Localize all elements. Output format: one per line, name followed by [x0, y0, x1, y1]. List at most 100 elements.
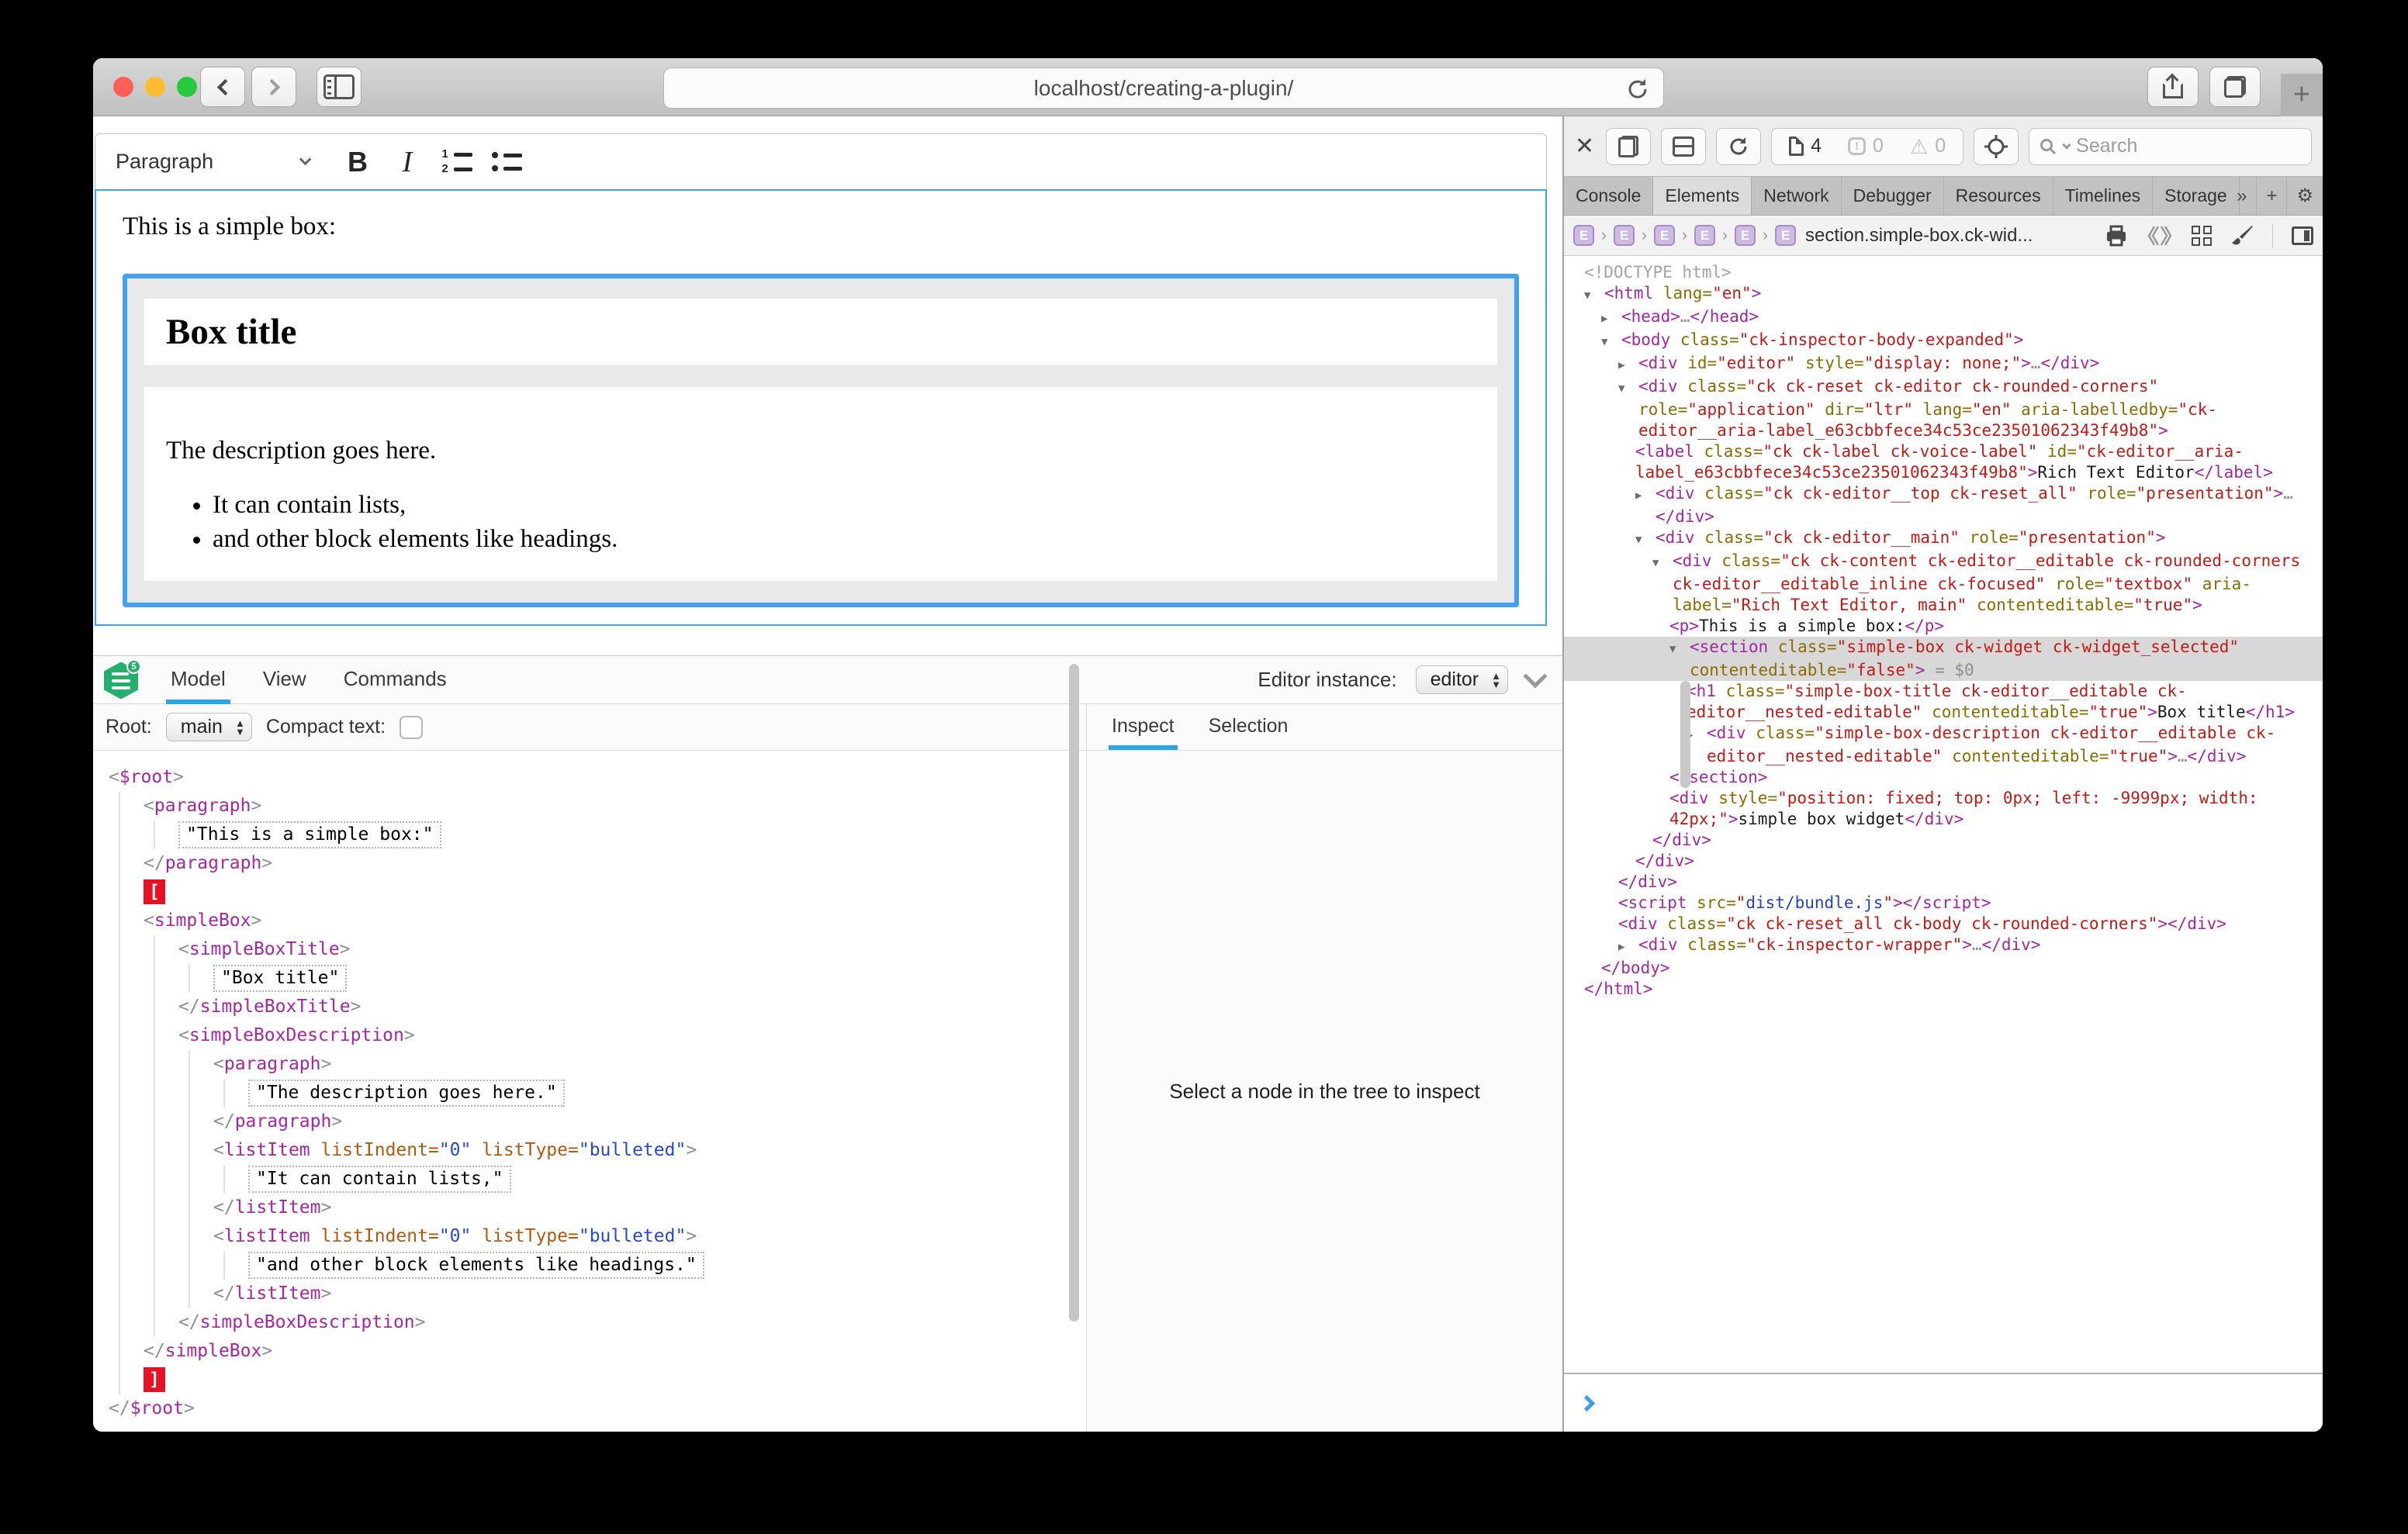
model-tree-line[interactable]: <paragraph> — [213, 1050, 1086, 1079]
issues-summary[interactable]: 4 !0 ⚠0 — [1771, 128, 1963, 165]
back-button[interactable] — [200, 67, 245, 107]
source-line[interactable]: ▼<html lang="en"> — [1564, 283, 2323, 306]
model-tree-line[interactable]: "Box title" — [213, 964, 1086, 993]
description-paragraph[interactable]: The description goes here. — [166, 437, 1476, 465]
source-line[interactable]: <div class="ck ck-reset_all ck-body ck-r… — [1564, 914, 2323, 935]
detach-button[interactable] — [1606, 128, 1651, 165]
disclosure-triangle-icon[interactable]: ▼ — [1618, 378, 1638, 399]
source-line[interactable]: </div> — [1564, 830, 2323, 851]
source-line[interactable]: <div style="position: fixed; top: 0px; l… — [1564, 788, 2323, 830]
editor-instance-select[interactable]: editor ▲▼ — [1416, 665, 1508, 694]
source-line[interactable]: ▼<div class="ck ck-content ck-editor__ed… — [1564, 551, 2323, 616]
disclosure-triangle-icon[interactable]: ▶ — [1618, 355, 1638, 376]
source-line[interactable]: ▶<div class="simple-box-description ck-e… — [1564, 723, 2323, 767]
disclosure-triangle-icon[interactable]: ▼ — [1669, 639, 1690, 660]
share-button[interactable] — [2147, 67, 2199, 107]
heading-dropdown[interactable]: Paragraph — [116, 150, 310, 174]
model-tree-line[interactable]: <listItem listIndent="0" listType="bulle… — [213, 1136, 1086, 1165]
editor-content[interactable]: This is a simple box: Box title The desc… — [95, 189, 1547, 626]
source-line[interactable]: </body> — [1564, 958, 2323, 979]
model-tree-line[interactable]: </listItem> — [213, 1194, 1086, 1222]
list-item[interactable]: It can contain lists, — [213, 490, 1476, 520]
model-tree-line[interactable]: "It can contain lists," — [248, 1165, 1086, 1194]
reload-icon[interactable] — [1624, 76, 1651, 102]
new-tab-button[interactable]: + — [2281, 74, 2323, 116]
disclosure-triangle-icon[interactable]: ▼ — [1601, 332, 1621, 353]
model-tree-line[interactable]: "and other block elements like headings.… — [248, 1251, 1086, 1280]
show-source-icon[interactable] — [2147, 225, 2173, 247]
source-line[interactable]: </div> — [1564, 851, 2323, 872]
model-tree-line[interactable]: </listItem> — [213, 1280, 1086, 1308]
source-line[interactable]: ▼<div class="ck ck-editor__main" role="p… — [1564, 527, 2323, 551]
model-tree-line[interactable]: [ — [144, 878, 1086, 907]
bulleted-list-button[interactable] — [482, 140, 531, 184]
dock-button[interactable] — [1661, 128, 1706, 165]
source-line[interactable]: <h1 class="simple-box-title ck-editor__e… — [1564, 681, 2323, 723]
zoom-window-button[interactable] — [177, 77, 197, 97]
devtools-tab[interactable]: Console — [1564, 177, 1653, 215]
minimize-window-button[interactable] — [145, 77, 165, 97]
sidebar-toggle-button[interactable] — [317, 67, 362, 107]
model-tree-line[interactable]: <listItem listIndent="0" listType="bulle… — [213, 1222, 1086, 1251]
root-select[interactable]: main ▲▼ — [166, 713, 252, 741]
source-line[interactable]: ▶<head>…</head> — [1564, 306, 2323, 330]
styles-brush-icon[interactable] — [2230, 224, 2254, 247]
close-devtools-button[interactable]: ✕ — [1575, 133, 1594, 160]
source-line[interactable]: <label class="ck ck-label ck-voice-label… — [1564, 441, 2323, 483]
model-tree-line[interactable]: </simpleBoxDescription> — [178, 1308, 1086, 1337]
devtools-tab[interactable]: Debugger — [1842, 177, 1944, 215]
address-bar[interactable]: localhost/creating-a-plugin/ — [663, 67, 1664, 109]
model-tree-line[interactable]: <paragraph> — [144, 792, 1086, 821]
numbered-list-button[interactable]: 1 2 — [432, 140, 482, 184]
source-line[interactable]: ▼<section class="simple-box ck-widget ck… — [1564, 637, 2323, 681]
layout-grid-icon[interactable] — [2192, 226, 2212, 246]
model-tree-line[interactable]: "The description goes here." — [248, 1079, 1086, 1107]
breadcrumb-current[interactable]: section.simple-box.ck-wid... — [1805, 225, 2033, 247]
devtools-tab[interactable]: Elements — [1653, 177, 1752, 215]
model-tree-line[interactable]: <$root> — [109, 763, 1086, 792]
disclosure-triangle-icon[interactable]: ▶ — [1635, 485, 1656, 506]
simple-box-description[interactable]: The description goes here. It can contai… — [144, 387, 1497, 581]
model-tree-line[interactable]: <simpleBox> — [144, 907, 1086, 935]
source-line[interactable]: </html> — [1564, 979, 2323, 1000]
inspector-tab[interactable]: View — [263, 656, 306, 704]
forward-button[interactable] — [251, 67, 296, 107]
source-line[interactable]: <script src="dist/bundle.js"></script> — [1564, 893, 2323, 914]
element-badge[interactable]: E — [1614, 225, 1635, 246]
tree-scrollbar[interactable] — [1069, 664, 1079, 1322]
disclosure-triangle-icon[interactable]: ▼ — [1635, 530, 1656, 551]
source-line[interactable]: </section> — [1564, 767, 2323, 788]
devtools-tab[interactable]: Storage — [2153, 177, 2240, 215]
inspector-tab[interactable]: Model — [171, 656, 226, 704]
source-line[interactable]: ▼<body class="ck-inspector-body-expanded… — [1564, 330, 2323, 353]
inspect-tab[interactable]: Inspect — [1112, 704, 1175, 750]
source-line[interactable]: ▶<div class="ck-inspector-wrapper">…</di… — [1564, 935, 2323, 958]
bold-button[interactable]: B — [333, 140, 382, 184]
devtools-search-input[interactable]: Search — [2029, 128, 2312, 165]
model-tree-line[interactable]: </paragraph> — [213, 1107, 1086, 1136]
model-tree-line[interactable]: </paragraph> — [144, 849, 1086, 878]
details-sidebar-icon[interactable] — [2292, 226, 2313, 245]
element-badge[interactable]: E — [1573, 225, 1594, 246]
element-badge[interactable]: E — [1735, 225, 1756, 246]
print-icon[interactable] — [2105, 225, 2128, 247]
source-line[interactable]: ▶<div class="ck ck-editor__top ck-reset_… — [1564, 483, 2323, 527]
disclosure-triangle-icon[interactable]: ▼ — [1584, 285, 1604, 306]
element-badge[interactable]: E — [1694, 225, 1715, 246]
source-line[interactable]: </div> — [1564, 872, 2323, 893]
devtools-tab[interactable]: Network — [1752, 177, 1841, 215]
tab-overview-button[interactable] — [2209, 67, 2261, 107]
model-tree-line[interactable]: </simpleBox> — [144, 1337, 1086, 1366]
quick-console[interactable] — [1564, 1373, 2323, 1432]
model-tree-line[interactable]: ] — [144, 1366, 1086, 1394]
tab-overflow-button[interactable]: » — [2227, 177, 2257, 215]
inspect-tab[interactable]: Selection — [1209, 704, 1289, 750]
element-picker-button[interactable] — [1974, 128, 2019, 165]
italic-button[interactable]: I — [382, 140, 432, 184]
element-badge[interactable]: E — [1775, 225, 1796, 246]
collapse-inspector-icon[interactable] — [1523, 664, 1547, 688]
model-tree-line[interactable]: <simpleBoxDescription> — [178, 1021, 1086, 1050]
devtools-settings-button[interactable]: ⚙ — [2287, 177, 2323, 215]
list-item[interactable]: and other block elements like headings. — [213, 524, 1476, 554]
devtools-tab[interactable]: Timelines — [2053, 177, 2154, 215]
